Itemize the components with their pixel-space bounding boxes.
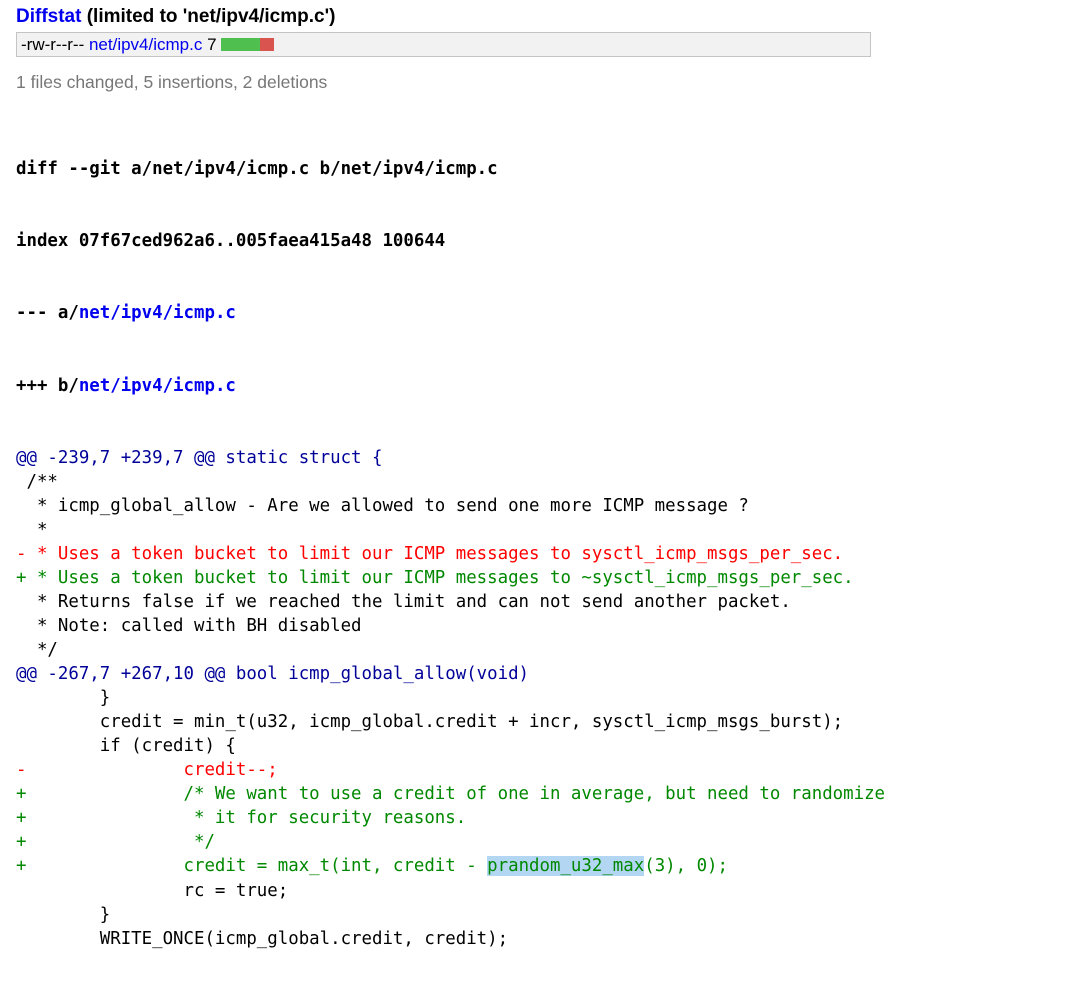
diff-context-line: } bbox=[16, 904, 111, 925]
change-count: 7 bbox=[207, 35, 217, 54]
diff-body: diff --git a/net/ipv4/icmp.c b/net/ipv4/… bbox=[16, 109, 1076, 999]
diff-context-line: * icmp_global_allow - Are we allowed to … bbox=[16, 495, 749, 516]
diff-old-file-line: --- a/net/ipv4/icmp.c bbox=[16, 301, 1076, 325]
diff-added-line: + * Uses a token bucket to limit our ICM… bbox=[16, 567, 854, 588]
file-mode: -rw-r--r-- bbox=[21, 35, 85, 54]
new-file-link[interactable]: net/ipv4/icmp.c bbox=[79, 376, 236, 396]
diff-added-line: + * it for security reasons. bbox=[16, 808, 467, 829]
deletions-bar bbox=[260, 38, 275, 51]
diffstat-heading: Diffstat (limited to 'net/ipv4/icmp.c') bbox=[16, 5, 1076, 29]
diffstat-file-link[interactable]: net/ipv4/icmp.c bbox=[89, 35, 202, 54]
diff-context-line: /** bbox=[16, 471, 58, 492]
diffstat-table: -rw-r--r-- net/ipv4/icmp.c 7 bbox=[16, 32, 871, 57]
diffstat-limit-note: (limited to 'net/ipv4/icmp.c') bbox=[86, 6, 336, 27]
diff-context-line: */ bbox=[16, 640, 58, 661]
diff-git-line: diff --git a/net/ipv4/icmp.c b/net/ipv4/… bbox=[16, 159, 498, 180]
diff-context-line: rc = true; bbox=[16, 880, 289, 901]
diff-context-line: * Returns false if we reached the limit … bbox=[16, 591, 791, 612]
diff-context-line: if (credit) { bbox=[16, 736, 236, 757]
commit-diff-view: Diffstat (limited to 'net/ipv4/icmp.c') … bbox=[16, 5, 1076, 999]
diff-index-line: index 07f67ced962a6..005faea415a48 10064… bbox=[16, 231, 446, 252]
selected-text-highlight: prandom_u32_max bbox=[487, 856, 645, 877]
diff-context-line: * Note: called with BH disabled bbox=[16, 615, 362, 636]
diff-added-line: + credit = max_t(int, credit - prandom_u… bbox=[16, 856, 728, 877]
diffstat-summary: 1 files changed, 5 insertions, 2 deletio… bbox=[16, 72, 328, 92]
diff-added-line: + */ bbox=[16, 832, 215, 853]
diff-deleted-line: - credit--; bbox=[16, 760, 278, 781]
diff-context-line: } bbox=[16, 688, 111, 709]
diff-context-line: credit = min_t(u32, icmp_global.credit +… bbox=[16, 712, 844, 733]
new-file-prefix: +++ b/ bbox=[16, 375, 79, 396]
diff-lines: @@ -239,7 +239,7 @@ static struct { /** … bbox=[16, 446, 1076, 951]
diff-added-line: + /* We want to use a credit of one in a… bbox=[16, 784, 886, 805]
diffstat-link[interactable]: Diffstat bbox=[16, 6, 81, 27]
diff-context-line: WRITE_ONCE(icmp_global.credit, credit); bbox=[16, 928, 509, 949]
old-file-link[interactable]: net/ipv4/icmp.c bbox=[79, 303, 236, 323]
diff-hunk-header: @@ -267,7 +267,10 @@ bool icmp_global_al… bbox=[16, 664, 530, 685]
old-file-prefix: --- a/ bbox=[16, 303, 79, 324]
diff-context-line: * bbox=[16, 519, 48, 540]
diff-hunk-header: @@ -239,7 +239,7 @@ static struct { bbox=[16, 447, 383, 468]
insertions-bar bbox=[221, 38, 261, 51]
diff-deleted-line: - * Uses a token bucket to limit our ICM… bbox=[16, 543, 844, 564]
diff-new-file-line: +++ b/net/ipv4/icmp.c bbox=[16, 374, 1076, 398]
